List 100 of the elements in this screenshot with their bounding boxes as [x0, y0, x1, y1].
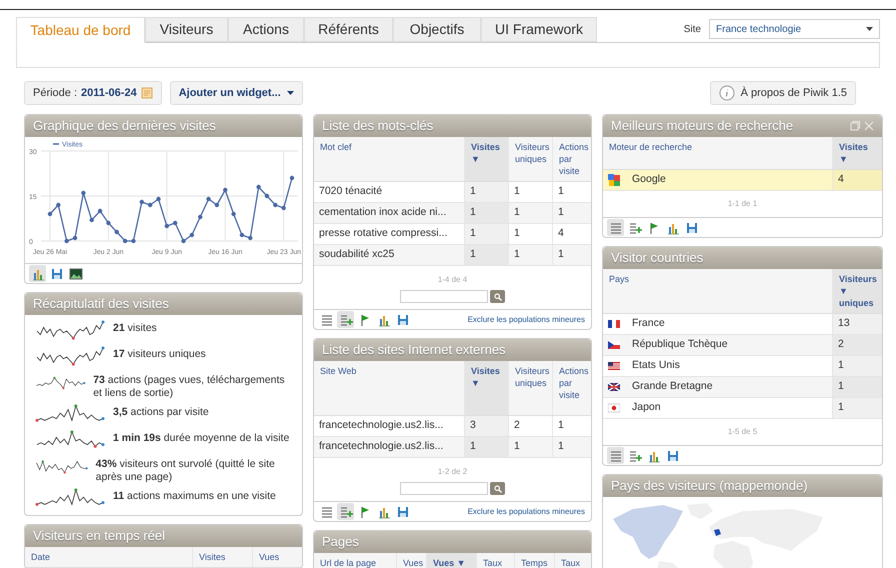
column-header[interactable]: Actions par visite — [552, 137, 591, 181]
search-icon — [494, 292, 502, 300]
flag-icon — [608, 339, 620, 351]
tab[interactable]: UI Framework — [481, 17, 597, 42]
save-icon — [396, 504, 410, 518]
exclude-link[interactable]: Exclure les populations mineures — [468, 314, 587, 326]
image-icon — [68, 266, 82, 280]
exclude-link[interactable]: Exclure les populations mineures — [468, 506, 587, 518]
search-button[interactable] — [490, 482, 505, 495]
summary-text: 21 visites — [113, 321, 157, 335]
tab[interactable]: Référents — [304, 17, 393, 42]
column-header[interactable]: Visites ▼ — [832, 137, 882, 169]
column-header[interactable]: Url de la page — [314, 553, 396, 568]
search-field[interactable] — [400, 290, 488, 303]
add-widget-button[interactable]: Ajouter un widget... — [170, 81, 303, 105]
table-icon — [320, 504, 334, 518]
save-icon — [396, 312, 410, 326]
column-header[interactable]: Date — [25, 547, 192, 567]
table-cell-text: 1 — [838, 358, 844, 374]
table-cell-text: soudabilité xc25 — [319, 247, 394, 262]
tab[interactable]: Visiteurs — [145, 17, 228, 42]
table-cell-text: 1 — [470, 226, 476, 242]
table-cell-text: 4 — [838, 172, 844, 188]
flag-icon — [608, 381, 620, 393]
table-cell-text: 1 — [558, 184, 564, 200]
column-header[interactable]: Actions par visite — [552, 361, 591, 415]
save-icon — [684, 220, 698, 234]
data-point — [240, 232, 244, 238]
column-header[interactable]: Moteur de recherche — [603, 137, 832, 169]
table-plus-icon — [628, 220, 642, 234]
calendar-icon — [140, 87, 153, 99]
table-cell-text: 1 — [470, 247, 476, 262]
flag-icon — [608, 402, 620, 414]
table-plus-icon — [338, 312, 352, 326]
column-header[interactable]: Taux — [554, 553, 591, 568]
column-header[interactable]: Visiteurs uniques — [508, 137, 552, 181]
widget-title: Pays des visiteurs (mappemonde) — [611, 477, 808, 496]
table-plus-button[interactable] — [337, 503, 354, 520]
column-header[interactable]: Pays — [603, 269, 832, 313]
data-point — [148, 202, 152, 208]
data-point — [122, 238, 128, 244]
table-cell-text: 1 — [470, 205, 476, 220]
summary-text: 3,5 actions par visite — [113, 405, 209, 419]
save-icon — [50, 266, 64, 280]
pagination-label: 1-2 de 2 — [438, 467, 468, 476]
column-header[interactable]: Vues — [396, 553, 426, 568]
widget-title: Graphique des dernières visites — [33, 117, 216, 136]
table-cell-text: 1 — [558, 205, 564, 220]
table-icon — [608, 220, 622, 234]
column-header[interactable]: Visiteurs ▼ uniques — [832, 269, 882, 313]
column-header[interactable]: Visiteurs uniques — [508, 361, 552, 415]
summary-text: 73 actions (pages vues, téléchargements et liens de sortie) — [93, 373, 286, 400]
column-header[interactable]: Temps — [514, 553, 554, 568]
column-header[interactable]: Visites ▼ — [464, 361, 508, 415]
table-cell-text: 1 — [470, 439, 476, 454]
column-header[interactable]: Site Web — [314, 361, 464, 415]
period-selector[interactable]: Période : 2011-06-24 — [24, 81, 162, 105]
summary-text: 17 visiteurs uniques — [113, 347, 206, 361]
column-header[interactable]: Visites — [192, 547, 252, 567]
flag-icon — [608, 318, 620, 330]
table-cell-text: 2 — [838, 337, 844, 352]
table-button[interactable] — [607, 219, 624, 236]
summary-text: 1 min 19s durée moyenne de la visite — [113, 431, 290, 445]
table-cell-text: 3 — [470, 418, 476, 434]
table-cell-text: 1 — [558, 439, 564, 454]
pagination-label: 1-5 de 5 — [728, 427, 758, 436]
table-button[interactable] — [607, 447, 624, 464]
data-point — [256, 184, 261, 190]
bar-chart-button[interactable] — [29, 265, 46, 282]
site-select[interactable]: France technologie — [709, 19, 880, 39]
table-plus-button[interactable] — [337, 311, 354, 328]
column-header[interactable]: Taux — [476, 553, 514, 568]
data-point — [56, 202, 61, 208]
data-point — [214, 202, 220, 208]
column-header[interactable]: Visites ▼ — [464, 137, 508, 181]
pagination-label: 1-1 de 1 — [728, 199, 758, 208]
data-point — [190, 232, 194, 238]
data-point — [223, 188, 228, 192]
data-point — [72, 236, 78, 240]
table-cell-text: Google — [632, 172, 666, 188]
widget-title: Meilleurs moteurs de recherche — [611, 117, 794, 136]
save-icon — [666, 448, 680, 462]
widget-title: Récapitulatif des visites — [33, 295, 169, 314]
column-header[interactable]: Vues ▼ — [426, 553, 476, 568]
table-cell-text: 1 — [514, 184, 520, 200]
tab[interactable]: Objectifs — [393, 17, 481, 42]
column-header[interactable]: Mot clef — [314, 137, 464, 181]
table-cell-text: 2 — [514, 418, 520, 434]
about-button[interactable]: À propos de Piwik 1.5 — [710, 81, 856, 105]
table-cell-text: Japon — [632, 400, 661, 416]
table-cell-text: 1 — [558, 418, 564, 434]
info-icon — [718, 85, 735, 101]
search-field[interactable] — [400, 482, 488, 495]
data-point — [131, 238, 136, 244]
column-header[interactable]: Vues — [252, 547, 302, 567]
tab[interactable]: Actions — [228, 17, 304, 42]
flag-icon — [608, 360, 620, 372]
table-cell-text: 7020 ténacité — [319, 184, 382, 200]
widget-title: Visitor countries — [611, 249, 704, 268]
search-button[interactable] — [490, 290, 505, 303]
